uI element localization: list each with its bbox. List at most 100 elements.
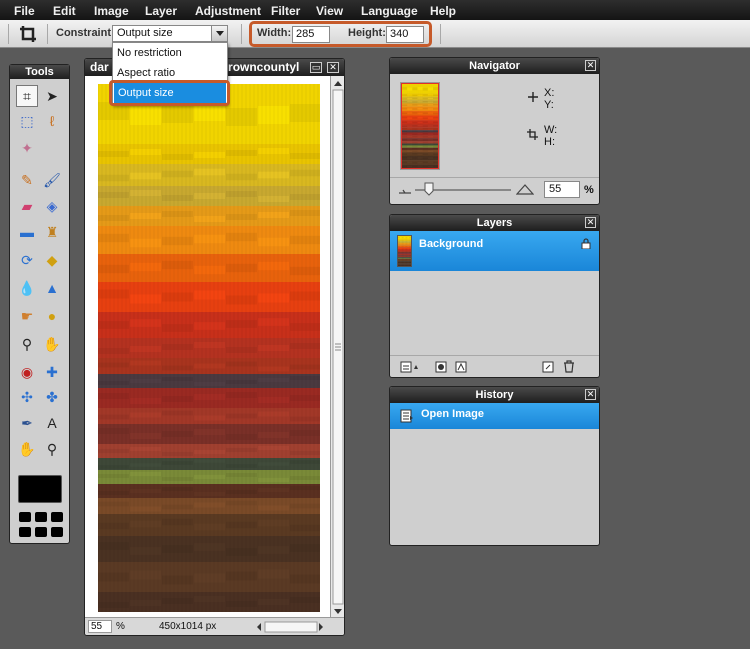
maximize-icon[interactable]: ▭ [310, 62, 322, 73]
layer-mask-icon[interactable] [435, 361, 447, 373]
brush-preset-dot[interactable] [51, 527, 63, 537]
close-icon[interactable]: ✕ [585, 389, 596, 400]
navigator-viewport-box[interactable] [401, 83, 439, 169]
document-icon [400, 409, 413, 423]
red-eye-icon[interactable]: ◉ [16, 361, 38, 383]
drop-icon[interactable]: 💧 [16, 277, 38, 299]
brush-preset-dot[interactable] [51, 512, 63, 522]
trash-icon[interactable] [563, 360, 575, 373]
layer-row-background[interactable]: Background [390, 231, 599, 271]
smudge-icon[interactable]: ☛ [16, 305, 38, 327]
layers-title: Layers [476, 217, 513, 229]
color-picker-icon[interactable]: ✒ [16, 412, 38, 434]
brush-preset-dot[interactable] [19, 512, 31, 522]
image-filename-end: browncountyl [220, 60, 300, 74]
zoom-in-icon[interactable] [516, 183, 534, 195]
bloat-icon[interactable]: ✣ [16, 386, 38, 408]
zoom-icon[interactable]: ⚲ [41, 438, 63, 460]
menu-filter[interactable]: Filter [271, 4, 300, 18]
menu-help[interactable]: Help [430, 4, 456, 18]
type-icon[interactable]: A [41, 412, 63, 434]
foreground-color-swatch[interactable] [18, 475, 62, 503]
shape-icon[interactable]: ◆ [41, 249, 63, 271]
burn-icon[interactable]: ✋ [41, 333, 63, 355]
constraint-label: Constraint: [56, 27, 115, 39]
lasso-icon[interactable]: ℓ [41, 110, 63, 132]
layer-thumbnail [397, 235, 412, 267]
image-dimensions: 450x1014 px [159, 621, 217, 632]
pencil-icon[interactable]: ✎ [16, 169, 38, 191]
chevron-down-icon[interactable] [211, 26, 227, 41]
constraint-select[interactable]: Output size [112, 25, 228, 42]
lock-icon[interactable] [581, 238, 591, 249]
brush-preset-dot[interactable] [35, 527, 47, 537]
menu-layer[interactable]: Layer [145, 4, 177, 18]
spot-heal-icon[interactable]: ✚ [41, 361, 63, 383]
menu-bar: File Edit Image Layer Adjustment Filter … [0, 0, 750, 20]
history-panel: History ✕ Open Image [389, 386, 600, 546]
navigator-divider [390, 177, 599, 178]
toolbar-separator [47, 24, 48, 44]
history-panel-header: History ✕ [390, 387, 599, 403]
output-size-highlight [109, 80, 230, 106]
brush-icon[interactable]: 🖌 [41, 169, 63, 191]
menu-adjustment[interactable]: Adjustment [195, 4, 261, 18]
nav-w-label: W: [544, 124, 558, 136]
menu-view[interactable]: View [316, 4, 343, 18]
close-icon[interactable]: ✕ [585, 217, 596, 228]
hand-icon[interactable]: ✋ [16, 438, 38, 460]
layer-settings-icon[interactable] [400, 361, 420, 373]
crosshair-icon [528, 92, 538, 102]
clone-stamp-icon[interactable]: ♜ [41, 221, 63, 243]
menu-file[interactable]: File [14, 4, 35, 18]
move-icon[interactable]: ➤ [41, 85, 63, 107]
close-icon[interactable]: ✕ [585, 60, 596, 71]
close-icon[interactable]: ✕ [327, 62, 339, 73]
nav-x-label: X: [544, 87, 555, 99]
history-item-name: Open Image [421, 408, 484, 420]
dodge-icon[interactable]: ⚲ [16, 333, 38, 355]
tools-panel-title: Tools [10, 65, 69, 79]
eraser-icon[interactable]: ▰ [16, 195, 38, 217]
zoom-unit: % [116, 621, 125, 632]
navigator-panel: Navigator ✕ X: Y: W: H: 55 % [389, 57, 600, 205]
zoom-slider-handle[interactable] [424, 182, 434, 196]
toolbar-separator [241, 24, 242, 44]
navigator-panel-header: Navigator ✕ [390, 58, 599, 74]
layer-effects-icon[interactable] [455, 361, 467, 373]
selection-size-icon [527, 129, 538, 140]
toolbar-separator [440, 24, 441, 44]
history-row-open-image[interactable]: Open Image [390, 403, 599, 429]
brush-preset-dot[interactable] [19, 527, 31, 537]
magic-wand-icon[interactable]: ✦ [16, 137, 38, 159]
brush-preset-dot[interactable] [35, 512, 47, 522]
dropdown-option-no-restriction[interactable]: No restriction [113, 43, 227, 63]
nav-y-label: Y: [544, 99, 554, 111]
menu-language[interactable]: Language [361, 4, 418, 18]
size-fields-highlight [249, 21, 432, 47]
sponge-icon[interactable]: ● [41, 305, 63, 327]
pinch-icon[interactable]: ✤ [41, 386, 63, 408]
color-replace-icon[interactable]: ⟳ [16, 249, 38, 271]
marquee-icon[interactable]: ⬚ [16, 110, 38, 132]
image-canvas[interactable] [85, 76, 331, 619]
nav-h-label: H: [544, 136, 555, 148]
new-layer-icon[interactable] [542, 361, 554, 373]
layer-name: Background [419, 238, 484, 250]
sharpen-icon[interactable]: ▲ [41, 277, 63, 299]
horizontal-scrollbar[interactable] [255, 621, 325, 633]
menu-edit[interactable]: Edit [53, 4, 76, 18]
paint-bucket-icon[interactable]: ◈ [41, 195, 63, 217]
image-filename-start: dar [90, 60, 109, 74]
layers-panel-header: Layers ✕ [390, 215, 599, 231]
crop-icon[interactable]: ⌗ [16, 85, 38, 107]
navigator-zoom-input[interactable]: 55 [544, 181, 580, 198]
layers-divider [390, 355, 599, 356]
tools-panel: Tools ⌗ ➤ ⬚ ℓ ✦ ✎ 🖌 ▰ ◈ ▬ ♜ ⟳ ◆ 💧 ▲ ☛ ● ⚲ ✋ ◉ ✚ ✣ ✤ ✒ A ✋ ⚲ [9, 64, 70, 544]
zoom-out-icon[interactable] [398, 185, 412, 195]
gradient-icon[interactable]: ▬ [16, 221, 38, 243]
menu-image[interactable]: Image [94, 4, 129, 18]
zoom-input[interactable]: 55 [88, 620, 112, 633]
navigator-thumbnail-frame[interactable] [400, 82, 440, 170]
vertical-scrollbar[interactable] [330, 76, 344, 619]
